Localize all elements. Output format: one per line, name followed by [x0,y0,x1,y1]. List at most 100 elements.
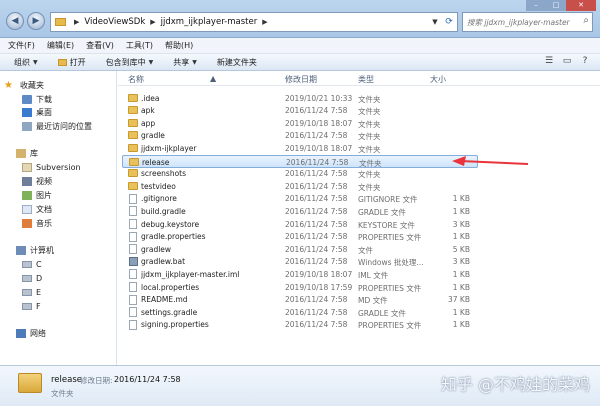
file-row[interactable]: gradlew 2016/11/24 7:58 文件 5 KB [122,243,478,256]
nav-drive-label: C [36,260,42,269]
nav-drive-e[interactable]: E [22,286,41,299]
organize-button[interactable]: 组织 ▼ [14,57,38,68]
folder-open-icon [57,58,67,66]
column-name[interactable]: 名称 [128,74,144,85]
file-modified: 2019/10/18 17:59 [285,282,353,292]
nav-drive-d[interactable]: D [22,272,42,285]
open-button[interactable]: 打开 [57,57,86,68]
search-box: ⌕ [462,12,593,32]
nav-drive-c[interactable]: C [22,258,42,271]
include-in-library-button[interactable]: 包含到库中 ▼ [106,57,154,68]
file-modified: 2019/10/18 18:07 [285,143,353,153]
nav-subversion-label: Subversion [36,163,81,172]
preview-pane-icon[interactable]: ▭ [558,56,576,66]
nav-music[interactable]: 音乐 [22,217,52,230]
file-name: signing.properties [141,320,209,330]
file-name: gradlew.bat [141,257,186,267]
nav-downloads[interactable]: 下载 [22,93,52,106]
file-type: IML 文件 [358,270,389,280]
chevron-down-icon[interactable]: ▼ [429,13,441,31]
file-row[interactable]: debug.keystore 2016/11/24 7:58 KEYSTORE 文件… [122,218,478,231]
file-row[interactable]: settings.gradle 2016/11/24 7:58 GRADLE 文件 1… [122,306,478,319]
file-modified: 2016/11/24 7:58 [285,106,348,116]
nav-favorites[interactable]: ★ 收藏夹 [4,79,44,92]
folder-row[interactable]: screenshots 2016/11/24 7:58 文件夹 [122,168,478,181]
file-size: 1 KB [452,307,470,317]
star-icon: ★ [4,80,13,91]
file-modified: 2016/11/24 7:58 [286,157,349,167]
back-button[interactable]: ◀ [6,12,24,30]
refresh-icon[interactable]: ⟳ [443,13,455,31]
column-size[interactable]: 大小 [430,74,446,85]
file-row[interactable]: build.gradle 2016/11/24 7:58 GRADLE 文件 1 KB [122,205,478,218]
folder-icon [128,131,138,140]
nav-videos[interactable]: 视频 [22,175,52,188]
folder-icon [129,157,139,166]
folder-row[interactable]: app 2019/10/18 18:07 文件夹 [122,117,478,130]
nav-network-label: 网络 [30,329,46,338]
nav-desktop-label: 桌面 [36,108,52,117]
column-modified[interactable]: 修改日期 [285,74,317,85]
menu-edit[interactable]: 编辑(E) [47,40,74,51]
open-label: 打开 [69,57,86,67]
computer-icon [16,246,26,255]
file-row[interactable]: .gitignore 2016/11/24 7:58 GITIGNORE 文件 1 K… [122,193,478,206]
nav-desktop[interactable]: 桌面 [22,106,52,119]
file-row[interactable]: README.md 2016/11/24 7:58 MD 文件 37 KB [122,294,478,307]
new-folder-button[interactable]: 新建文件夹 [217,57,257,68]
folder-icon [55,18,66,26]
drive-icon [22,289,32,296]
minimize-icon[interactable]: – [526,0,546,11]
file-row[interactable]: gradle.properties 2016/11/24 7:58 PROPERTI… [122,231,478,244]
folder-row[interactable]: release 2016/11/24 7:58 文件夹 [122,155,478,168]
column-type[interactable]: 类型 [358,74,374,85]
menu-help[interactable]: 帮助(H) [165,40,193,51]
video-icon [22,177,32,186]
view-options-icon[interactable]: ☰ [540,56,558,66]
menu-view[interactable]: 查看(V) [86,40,114,51]
file-size: 1 KB [452,194,470,204]
chevron-right-icon: ▶ [262,18,268,26]
nav-libraries[interactable]: 库 [16,147,38,160]
breadcrumb-item[interactable]: jjdxm_ijkplayer-master [161,17,258,27]
close-icon[interactable]: ✕ [566,0,596,11]
help-icon[interactable]: ? [576,56,594,66]
file-name: jjdxm_ijkplayer-master.iml [141,269,240,279]
nav-documents[interactable]: 文档 [22,203,52,216]
forward-button[interactable]: ▶ [27,12,45,30]
subversion-icon [22,163,32,172]
maximize-icon[interactable]: □ [546,0,566,11]
folder-row[interactable]: gradle 2016/11/24 7:58 文件夹 [122,130,478,143]
file-modified: 2016/11/24 7:58 [285,219,348,229]
file-row[interactable]: local.properties 2019/10/18 17:59 PROPERTI… [122,281,478,294]
menu-file[interactable]: 文件(F) [8,40,35,51]
nav-network[interactable]: 网络 [16,327,46,340]
library-icon [16,149,26,158]
file-size: 3 KB [452,219,470,229]
nav-recent[interactable]: 最近访问的位置 [22,120,92,133]
file-row[interactable]: gradlew.bat 2016/11/24 7:58 Windows 批处理...… [122,256,478,269]
nav-pictures[interactable]: 图片 [22,189,52,202]
file-modified: 2019/10/21 10:33 [285,93,353,103]
folder-row[interactable]: .idea 2019/10/21 10:33 文件夹 [122,92,478,105]
folder-row[interactable]: testvideo 2016/11/24 7:58 文件夹 [122,180,478,193]
details-modified-label: 修改日期: [80,376,113,385]
folder-icon [128,106,138,115]
nav-computer[interactable]: 计算机 [16,244,54,257]
search-icon[interactable]: ⌕ [583,15,589,26]
file-row[interactable]: signing.properties 2016/11/24 7:58 PROPERT… [122,319,478,332]
nav-subversion[interactable]: Subversion [22,161,81,174]
share-button[interactable]: 共享 ▼ [173,57,197,68]
address-bar[interactable]: ▶ VideoViewSDk ▶ jjdxm_ijkplayer-master … [50,12,458,32]
desktop-icon [22,108,32,117]
folder-row[interactable]: apk 2016/11/24 7:58 文件夹 [122,105,478,118]
file-name: app [141,118,156,128]
file-name: .gitignore [141,194,177,204]
annotation-arrow [452,156,529,166]
search-input[interactable] [463,13,575,31]
file-row[interactable]: jjdxm_ijkplayer-master.iml 2019/10/18 18:… [122,268,478,281]
breadcrumb-item[interactable]: VideoViewSDk [84,17,145,27]
menu-tools[interactable]: 工具(T) [126,40,153,51]
nav-drive-f[interactable]: F [22,300,41,313]
folder-row[interactable]: jjdxm-ijkplayer 2019/10/18 18:07 文件夹 [122,142,478,155]
